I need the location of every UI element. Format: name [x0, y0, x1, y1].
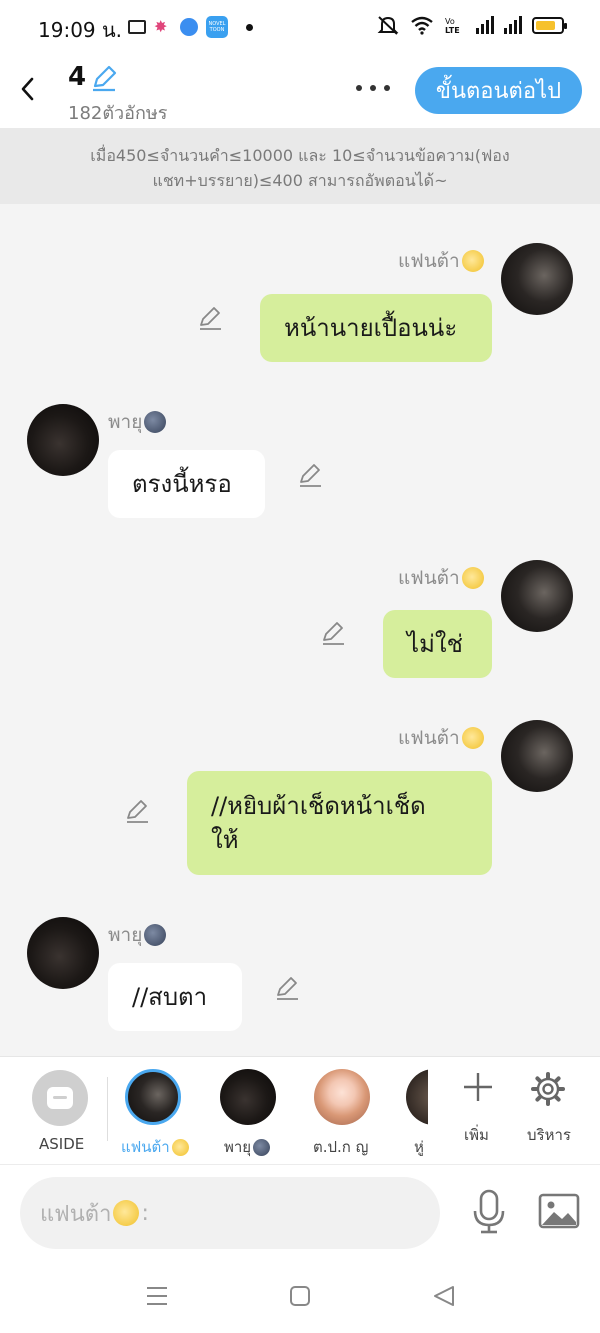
edit-message-icon[interactable] [197, 305, 223, 331]
moon-face-emoji-icon [144, 411, 167, 433]
edit-message-icon[interactable] [274, 975, 300, 1001]
sender-name-text: แฟนต้า [398, 250, 460, 272]
character-name: พายุ [224, 1138, 252, 1156]
character-payu[interactable] [220, 1069, 276, 1125]
message-text-line: ให้ [211, 826, 239, 854]
novel-toon-app-label: NOVEL TOON [208, 21, 226, 33]
message-bubble[interactable]: ไม่ใช่ [383, 610, 492, 678]
sun-face-emoji-icon [461, 727, 484, 749]
character-label: หู่ [414, 1138, 424, 1156]
edit-message-icon[interactable] [124, 798, 150, 824]
input-placeholder-speaker: แฟนต้า [40, 1201, 112, 1227]
status-bar: 19:09 น. ✸ NOVEL TOON Vo LTE [0, 0, 600, 52]
battery-icon [532, 16, 567, 34]
message-bubble[interactable]: //หยิบผ้าเช็ดหน้าเช็ด ให้ [187, 771, 492, 875]
sender-name: แฟนต้า [398, 723, 484, 753]
sun-face-emoji-icon [113, 1200, 140, 1226]
upload-requirement-notice: เมื่อ450≤จำนวนคำ≤10000 และ 10≤จำนวนข้อคว… [0, 128, 600, 204]
microphone-icon[interactable] [470, 1189, 508, 1235]
edit-message-icon[interactable] [297, 462, 323, 488]
signal-1-icon [476, 16, 494, 34]
sender-name: พายุ [108, 920, 167, 950]
moon-face-emoji-icon [253, 1138, 271, 1156]
edit-title-icon[interactable] [90, 64, 118, 92]
sun-face-emoji-icon [171, 1138, 189, 1156]
status-app-icons: ✸ NOVEL TOON [128, 16, 253, 38]
edit-message-icon[interactable] [320, 620, 346, 646]
novel-toon-app-icon: NOVEL TOON [206, 16, 228, 38]
composer: แฟนต้า : [0, 1164, 600, 1260]
sender-name-text: แฟนต้า [398, 567, 460, 589]
avatar-fanta[interactable] [501, 720, 573, 792]
character-label: ต.ป.ก ญ [313, 1138, 369, 1156]
message-bubble[interactable]: //สบตา [108, 963, 242, 1031]
sender-name-text: แฟนต้า [398, 727, 460, 749]
screen-cast-icon [128, 20, 146, 34]
aside-label: ASIDE [39, 1135, 85, 1153]
sender-name: แฟนต้า [398, 246, 484, 276]
avatar-fanta[interactable] [501, 243, 573, 315]
character-selector: ASIDE แฟนต้า พายุ ต.ป.ก ญ หู่ เพิ่ม บริห… [0, 1056, 600, 1164]
sender-name: แฟนต้า [398, 563, 484, 593]
status-time: 19:09 น. [38, 18, 123, 42]
editor-header: 4 182ตัวอักษร ขั้นตอนต่อไป [0, 52, 600, 128]
avatar-payu[interactable] [27, 404, 99, 476]
sender-name-text: พายุ [108, 411, 143, 433]
mute-icon [377, 16, 399, 35]
aside-button[interactable] [32, 1070, 88, 1126]
message-text-line: //หยิบผ้าเช็ดหน้าเช็ด [211, 792, 426, 820]
status-indicators: Vo LTE [376, 14, 567, 36]
back-icon[interactable] [14, 72, 42, 106]
wifi-icon [411, 16, 433, 35]
notification-dot-icon [246, 23, 253, 31]
app-chat-icon [180, 18, 198, 36]
character-anime-girl[interactable] [314, 1069, 370, 1125]
volte-icon: VoLTE [445, 17, 460, 35]
message-bubble[interactable]: หน้านายเปื้อนน่ะ [260, 294, 492, 362]
image-icon[interactable] [538, 1193, 580, 1229]
input-placeholder-colon: : [141, 1200, 149, 1226]
notice-line-1: เมื่อ450≤จำนวนคำ≤10000 และ 10≤จำนวนข้อคว… [90, 146, 510, 165]
gear-icon[interactable] [530, 1071, 566, 1107]
character-fanta[interactable] [125, 1069, 181, 1125]
sender-name-text: พายุ [108, 924, 143, 946]
notice-line-2: แชท+บรรยาย)≤400 สามารถอัพตอนได้~ [152, 171, 448, 190]
manage-label: บริหาร [527, 1126, 571, 1144]
moon-face-emoji-icon [144, 924, 167, 946]
home-square-icon[interactable] [289, 1284, 311, 1308]
back-triangle-icon[interactable] [432, 1284, 456, 1308]
episode-number: 4 [68, 62, 87, 92]
system-navigation-bar [0, 1260, 600, 1333]
avatar-payu[interactable] [27, 917, 99, 989]
more-options-icon[interactable] [354, 78, 392, 98]
character-partial[interactable] [406, 1069, 428, 1125]
aside-chat-icon [47, 1087, 73, 1109]
message-bubble[interactable]: ตรงนี้หรอ [108, 450, 265, 518]
message-input[interactable]: แฟนต้า : [20, 1177, 440, 1249]
character-label: แฟนต้า [121, 1135, 189, 1159]
svg-text:Vo: Vo [445, 17, 455, 26]
character-count: 182ตัวอักษร [68, 103, 168, 124]
next-step-button[interactable]: ขั้นตอนต่อไป [415, 67, 582, 114]
signal-2-icon [504, 16, 522, 34]
character-name: แฟนต้า [121, 1138, 170, 1156]
avatar-fanta[interactable] [501, 560, 573, 632]
add-label: เพิ่ม [464, 1126, 489, 1144]
character-label: พายุ [224, 1135, 271, 1159]
add-character-icon[interactable] [462, 1071, 494, 1103]
menu-icon[interactable] [145, 1284, 169, 1308]
divider [107, 1077, 108, 1141]
sun-face-emoji-icon [461, 250, 484, 272]
sender-name: พายุ [108, 407, 167, 437]
sun-face-emoji-icon [461, 567, 484, 589]
app-star-icon: ✸ [154, 17, 168, 36]
svg-text:LTE: LTE [445, 26, 460, 35]
